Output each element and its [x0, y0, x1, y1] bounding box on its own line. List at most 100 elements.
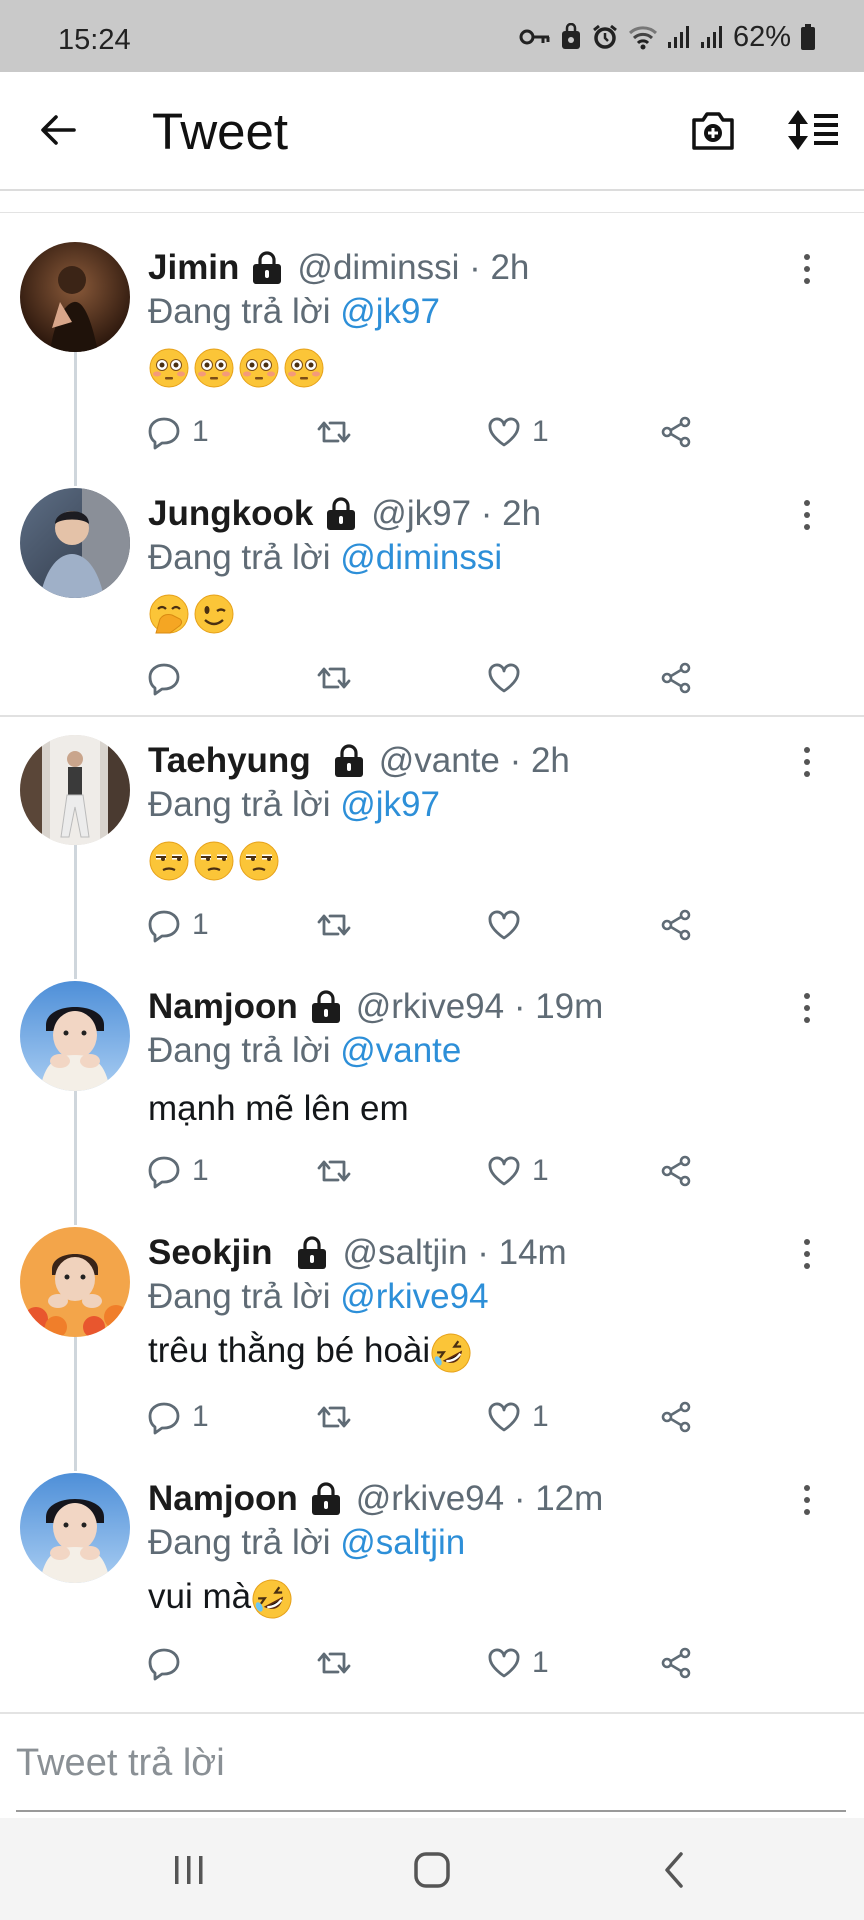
handle-and-time[interactable]: @diminssi · 2h [297, 248, 529, 288]
flushed-emoji [239, 348, 279, 388]
retweet-icon [317, 1406, 351, 1428]
reply-input[interactable] [16, 1728, 836, 1798]
reply-icon [148, 1648, 180, 1681]
retweet-button[interactable] [316, 1645, 362, 1681]
rolling-on-floor-laughing-emoji [252, 1579, 292, 1619]
recent-apps-icon[interactable] [164, 1848, 214, 1892]
reply-button[interactable]: 1 [146, 907, 209, 943]
tweet-text [148, 839, 283, 882]
reply-icon [148, 663, 180, 696]
mention-link[interactable]: @diminssi [340, 538, 502, 577]
retweet-button[interactable] [316, 414, 362, 450]
tweet-4[interactable]: Namjoon @rkive94 · 19m Đang trả lời @van… [0, 979, 864, 1225]
tweet-2[interactable]: Jungkook @jk97 · 2h Đang trả lời @dimins… [0, 486, 864, 716]
share-button[interactable] [658, 907, 694, 943]
avatar[interactable] [20, 1473, 130, 1583]
more-options-icon[interactable] [796, 498, 818, 532]
like-button[interactable] [486, 907, 532, 943]
mention-link[interactable]: @saltjin [340, 1523, 465, 1562]
retweet-button[interactable] [316, 1153, 362, 1189]
more-options-icon[interactable] [796, 745, 818, 779]
key-icon [519, 29, 550, 45]
handle-and-time[interactable]: @vante · 2h [379, 741, 570, 781]
avatar[interactable] [20, 242, 130, 352]
share-icon [661, 1647, 691, 1679]
back-icon[interactable] [650, 1848, 700, 1892]
like-count: 1 [532, 1154, 549, 1187]
reply-count: 1 [192, 1400, 209, 1433]
share-button[interactable] [658, 1399, 694, 1435]
display-name[interactable]: Seokjin [148, 1233, 272, 1273]
replying-to: Đang trả lời @jk97 [148, 292, 440, 331]
reply-button[interactable]: 1 [146, 1153, 209, 1189]
avatar[interactable] [20, 488, 130, 598]
retweet-icon [317, 914, 351, 936]
like-count: 1 [532, 415, 549, 448]
like-button[interactable]: 1 [486, 1399, 549, 1435]
unamused-emoji [149, 841, 189, 881]
reply-count: 1 [192, 908, 209, 941]
camera-add-icon[interactable] [690, 108, 736, 152]
more-options-icon[interactable] [796, 1483, 818, 1517]
display-name[interactable]: Namjoon [148, 987, 298, 1027]
share-button[interactable] [658, 1153, 694, 1189]
heart-icon [488, 1648, 520, 1678]
avatar[interactable] [20, 981, 130, 1091]
like-button[interactable]: 1 [486, 414, 549, 450]
battery-icon [801, 24, 815, 50]
signal-icon [700, 26, 722, 48]
display-name[interactable]: Taehyung [148, 741, 311, 781]
handle-and-time[interactable]: @saltjin · 14m [342, 1233, 566, 1273]
more-options-icon[interactable] [796, 1237, 818, 1271]
mention-link[interactable]: @rkive94 [340, 1277, 488, 1316]
reply-icon [148, 910, 180, 943]
lock-icon [311, 990, 340, 1023]
flushed-emoji [149, 348, 189, 388]
tweet-actions: 1 1 [146, 1153, 706, 1193]
reply-button[interactable]: 1 [146, 1399, 209, 1435]
share-button[interactable] [658, 660, 694, 696]
reply-button[interactable]: 1 [146, 414, 209, 450]
retweet-button[interactable] [316, 1399, 362, 1435]
tweet-3[interactable]: Taehyung @vante · 2h Đang trả lời @jk97 … [0, 733, 864, 979]
reply-icon [148, 1156, 180, 1189]
display-name[interactable]: Jungkook [148, 494, 313, 534]
handle-and-time[interactable]: @jk97 · 2h [371, 494, 541, 534]
tweet-6[interactable]: Namjoon @rkive94 · 12m Đang trả lời @sal… [0, 1471, 864, 1701]
retweet-icon [317, 1160, 351, 1182]
replying-to: Đang trả lời @jk97 [148, 785, 440, 824]
like-button[interactable] [486, 660, 532, 696]
retweet-icon [317, 1652, 351, 1674]
retweet-button[interactable] [316, 907, 362, 943]
replying-to: Đang trả lời @vante [148, 1031, 462, 1070]
reply-icon [148, 417, 180, 450]
more-options-icon[interactable] [796, 252, 818, 286]
more-options-icon[interactable] [796, 991, 818, 1025]
unamused-emoji [239, 841, 279, 881]
avatar[interactable] [20, 1227, 130, 1337]
like-button[interactable]: 1 [486, 1153, 549, 1189]
reply-button[interactable] [146, 660, 192, 696]
rolling-on-floor-laughing-emoji [431, 1333, 471, 1373]
home-icon[interactable] [407, 1848, 457, 1892]
reply-button[interactable] [146, 1645, 192, 1681]
status-time: 15:24 [58, 24, 131, 56]
retweet-button[interactable] [316, 660, 362, 696]
share-button[interactable] [658, 414, 694, 450]
handle-and-time[interactable]: @rkive94 · 12m [356, 1479, 604, 1519]
share-button[interactable] [658, 1645, 694, 1681]
avatar[interactable] [20, 735, 130, 845]
tweet-5[interactable]: Seokjin @saltjin · 14m Đang trả lời @rki… [0, 1225, 864, 1471]
mention-link[interactable]: @jk97 [340, 785, 440, 824]
display-name[interactable]: Namjoon [148, 1479, 298, 1519]
tweet-1[interactable]: Jimin @diminssi · 2h Đang trả lời @jk97 … [0, 240, 864, 486]
tweet-actions [146, 660, 706, 700]
mention-link[interactable]: @jk97 [340, 292, 440, 331]
handle-and-time[interactable]: @rkive94 · 19m [356, 987, 604, 1027]
display-name[interactable]: Jimin [148, 248, 239, 288]
sort-icon[interactable] [786, 108, 840, 152]
like-button[interactable]: 1 [486, 1645, 549, 1681]
mention-link[interactable]: @vante [340, 1031, 461, 1070]
back-arrow-icon[interactable] [38, 110, 78, 150]
header-divider [0, 212, 864, 213]
